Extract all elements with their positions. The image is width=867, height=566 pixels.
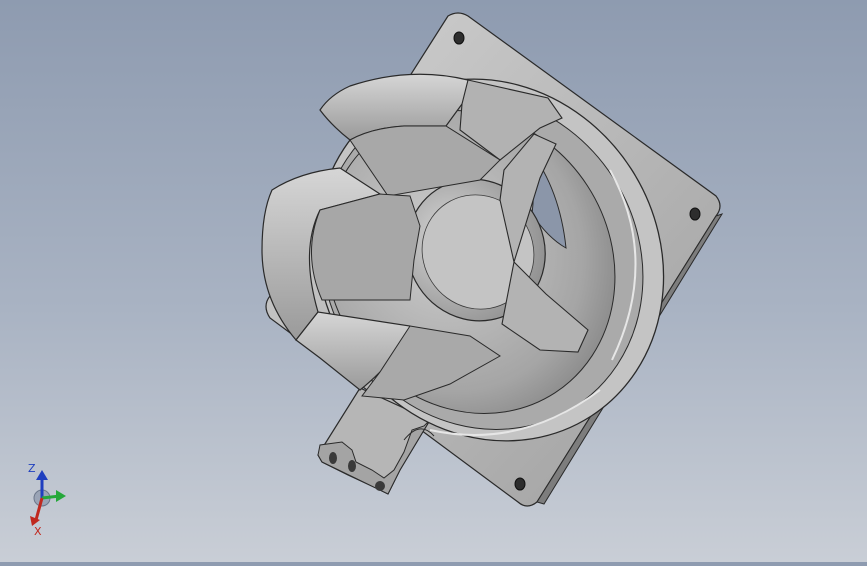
- mounting-hole: [514, 477, 526, 491]
- mounting-hole: [689, 207, 701, 221]
- axis-triad: Z X: [22, 456, 78, 538]
- z-axis-arrow: [36, 470, 48, 480]
- z-axis-label: Z: [28, 462, 36, 475]
- mounting-hole: [453, 31, 465, 45]
- cad-viewport[interactable]: [0, 0, 867, 562]
- y-axis-arrow: [56, 490, 66, 502]
- x-axis-label: X: [34, 525, 42, 538]
- fan-model-svg[interactable]: [0, 0, 867, 562]
